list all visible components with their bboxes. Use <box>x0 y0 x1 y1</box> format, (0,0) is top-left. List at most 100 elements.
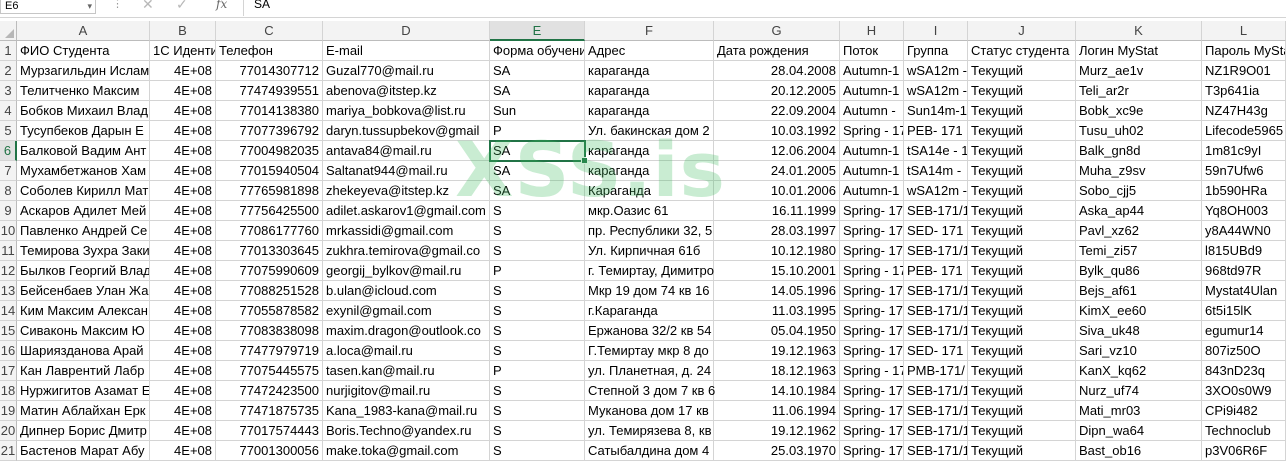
row-header-4[interactable]: 4 <box>0 101 17 121</box>
row-header-1[interactable]: 1 <box>0 41 17 61</box>
row-header-7[interactable]: 7 <box>0 161 17 181</box>
cell-address[interactable]: караганда <box>585 81 714 101</box>
cell-status[interactable]: Текущий <box>968 221 1076 241</box>
header-cell-login[interactable]: Логин MyStat <box>1076 41 1202 61</box>
cell-email[interactable]: exynil@gmail.com <box>323 301 490 321</box>
cell-address[interactable]: Мкр 19 дом 74 кв 16 <box>585 281 714 301</box>
cell-stream[interactable]: Spring- 17 <box>840 341 904 361</box>
cell-password[interactable]: CPi9i482 <box>1202 401 1286 421</box>
cell-stream[interactable]: Spring - 17 <box>840 361 904 381</box>
cell-login[interactable]: Sari_vz10 <box>1076 341 1202 361</box>
row-header-5[interactable]: 5 <box>0 121 17 141</box>
cell-email[interactable]: b.ulan@icloud.com <box>323 281 490 301</box>
cell-status[interactable]: Текущий <box>968 181 1076 201</box>
cell-id1c[interactable]: 4E+08 <box>150 261 216 281</box>
cell-id1c[interactable]: 4E+08 <box>150 141 216 161</box>
cell-status[interactable]: Текущий <box>968 281 1076 301</box>
cell-stream[interactable]: Autumn-1 <box>840 61 904 81</box>
cell-status[interactable]: Текущий <box>968 61 1076 81</box>
cell-id1c[interactable]: 4E+08 <box>150 281 216 301</box>
cell-stream[interactable]: Spring- 17 <box>840 281 904 301</box>
cell-stream[interactable]: Spring- 17 <box>840 201 904 221</box>
cell-birth[interactable]: 15.10.2001 <box>714 261 840 281</box>
cell-status[interactable]: Текущий <box>968 81 1076 101</box>
cell-form[interactable]: S <box>490 441 585 461</box>
cell-password[interactable]: Yq8OH003 <box>1202 201 1286 221</box>
column-header-d[interactable]: D <box>323 21 490 41</box>
cell-fio[interactable]: Павленко Андрей Се <box>17 221 150 241</box>
cell-phone[interactable]: 77471875735 <box>216 401 323 421</box>
cell-login[interactable]: Murz_ae1v <box>1076 61 1202 81</box>
cell-fio[interactable]: Аскаров Адилет Мей <box>17 201 150 221</box>
cell-fio[interactable]: Нуржигитов Азамат Е <box>17 381 150 401</box>
enter-icon[interactable]: ✓ <box>176 0 188 13</box>
cell-form[interactable]: SA <box>490 61 585 81</box>
cell-form[interactable]: P <box>490 361 585 381</box>
cell-password[interactable]: 843nD23q <box>1202 361 1286 381</box>
cell-group[interactable]: wSA12m - <box>904 181 968 201</box>
cell-status[interactable]: Текущий <box>968 401 1076 421</box>
column-header-i[interactable]: I <box>904 21 968 41</box>
cell-phone[interactable]: 77077396792 <box>216 121 323 141</box>
cell-login[interactable]: Siva_uk48 <box>1076 321 1202 341</box>
cell-phone[interactable]: 77014307712 <box>216 61 323 81</box>
cell-email[interactable]: zhekeyeva@itstep.kz <box>323 181 490 201</box>
cell-address[interactable]: Сатыбалдина дом 4 <box>585 441 714 461</box>
cell-login[interactable]: Mati_mr03 <box>1076 401 1202 421</box>
column-header-f[interactable]: F <box>585 21 714 41</box>
cell-group[interactable]: SEB-171/1 <box>904 421 968 441</box>
row-header-8[interactable]: 8 <box>0 181 17 201</box>
header-cell-group[interactable]: Группа <box>904 41 968 61</box>
row-header-16[interactable]: 16 <box>0 341 17 361</box>
header-cell-form[interactable]: Форма обучения <box>490 41 585 61</box>
cell-address[interactable]: караганда <box>585 101 714 121</box>
cell-group[interactable]: Sun14m-1 <box>904 101 968 121</box>
header-cell-email[interactable]: E-mail <box>323 41 490 61</box>
cell-birth[interactable]: 16.11.1999 <box>714 201 840 221</box>
cell-address[interactable]: г.Караганда <box>585 301 714 321</box>
cell-birth[interactable]: 19.12.1963 <box>714 341 840 361</box>
cell-birth[interactable]: 12.06.2004 <box>714 141 840 161</box>
cell-group[interactable]: tSA14e - 1 <box>904 141 968 161</box>
cell-fio[interactable]: Былков Георгий Влад <box>17 261 150 281</box>
cell-id1c[interactable]: 4E+08 <box>150 61 216 81</box>
cell-id1c[interactable]: 4E+08 <box>150 321 216 341</box>
cell-email[interactable]: Guzal770@mail.ru <box>323 61 490 81</box>
cell-group[interactable]: SEB-171/1 <box>904 201 968 221</box>
cell-login[interactable]: KimX_ee60 <box>1076 301 1202 321</box>
cell-address[interactable]: Ержанова 32/2 кв 54 <box>585 321 714 341</box>
cell-fio[interactable]: Дипнер Борис Дмитр <box>17 421 150 441</box>
cell-group[interactable]: SEB-171/1 <box>904 381 968 401</box>
cell-email[interactable]: zukhra.temirova@gmail.co <box>323 241 490 261</box>
cell-login[interactable]: KanX_kq62 <box>1076 361 1202 381</box>
cell-stream[interactable]: Autumn-1 <box>840 161 904 181</box>
cell-birth[interactable]: 11.06.1994 <box>714 401 840 421</box>
cell-password[interactable]: Mystat4Ulan <box>1202 281 1286 301</box>
row-header-19[interactable]: 19 <box>0 401 17 421</box>
column-header-b[interactable]: B <box>150 21 216 41</box>
cell-status[interactable]: Текущий <box>968 421 1076 441</box>
cell-id1c[interactable]: 4E+08 <box>150 381 216 401</box>
cell-email[interactable]: adilet.askarov1@gmail.com <box>323 201 490 221</box>
cell-address[interactable]: Ул. бакинская дом 2 <box>585 121 714 141</box>
cell-password[interactable]: NZ47H43g <box>1202 101 1286 121</box>
header-cell-password[interactable]: Пароль MyStat <box>1202 41 1286 61</box>
cell-fio[interactable]: Мухамбетжанов Хам <box>17 161 150 181</box>
chevron-down-icon[interactable]: ▾ <box>87 0 92 12</box>
cell-address[interactable]: караганда <box>585 141 714 161</box>
cell-birth[interactable]: 10.12.1980 <box>714 241 840 261</box>
cell-status[interactable]: Текущий <box>968 381 1076 401</box>
cell-address[interactable]: ул. Планетная, д. 24 <box>585 361 714 381</box>
cell-form[interactable]: S <box>490 281 585 301</box>
cell-birth[interactable]: 28.04.2008 <box>714 61 840 81</box>
cell-password[interactable]: T3p641ia <box>1202 81 1286 101</box>
cell-password[interactable]: y8A44WN0 <box>1202 221 1286 241</box>
header-cell-fio[interactable]: ФИО Студента <box>17 41 150 61</box>
cell-group[interactable]: SEB-171/1 <box>904 281 968 301</box>
column-header-l[interactable]: L <box>1202 21 1286 41</box>
cell-login[interactable]: Temi_zi57 <box>1076 241 1202 261</box>
cell-fio[interactable]: Темирова Зухра Заки <box>17 241 150 261</box>
cell-address[interactable]: Муканова дом 17 кв <box>585 401 714 421</box>
cell-form[interactable]: Sun <box>490 101 585 121</box>
cell-login[interactable]: Balk_gn8d <box>1076 141 1202 161</box>
